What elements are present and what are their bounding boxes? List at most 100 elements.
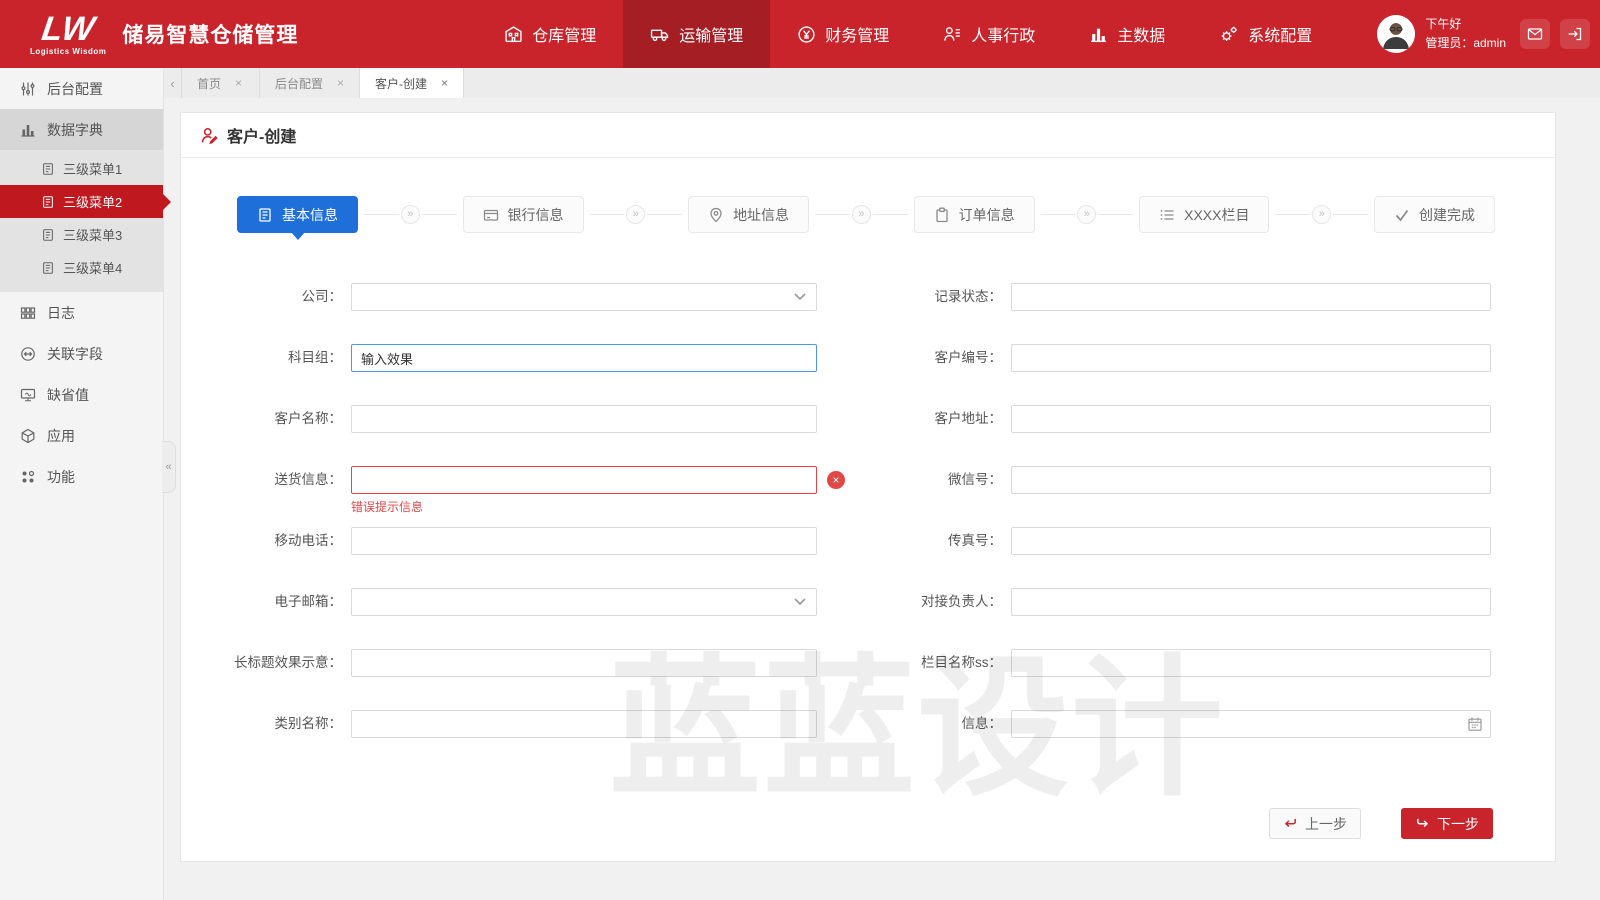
gears-icon (1219, 25, 1239, 44)
sidebar-item-backend-config[interactable]: 后台配置 (0, 68, 163, 109)
customer-name-input[interactable] (351, 405, 817, 433)
truck-icon (650, 25, 670, 44)
delivery-info-field: × 错误提示信息 (351, 466, 817, 494)
nav-hr[interactable]: 人事行政 (916, 0, 1062, 68)
customer-address-input[interactable] (1011, 405, 1491, 433)
sidebar-item-submenu-1[interactable]: 三级菜单1 (0, 152, 163, 185)
sidebar-item-functions[interactable]: 功能 (0, 456, 163, 497)
tab-home[interactable]: 首页 × (182, 68, 260, 98)
tab-label: 客户-创建 (375, 75, 427, 92)
field-label: 科目组： (201, 344, 351, 372)
long-title-input[interactable] (351, 649, 817, 677)
company-select-input[interactable] (351, 283, 817, 311)
nav-warehouse[interactable]: 仓库管理 (477, 0, 623, 68)
page-title-row: 客户-创建 (181, 113, 1555, 158)
customer-number-input[interactable] (1011, 344, 1491, 372)
fax-input[interactable] (1011, 527, 1491, 555)
close-icon[interactable]: × (441, 76, 448, 90)
form-row: 公司： (201, 283, 819, 311)
sidebar-item-label: 应用 (47, 426, 75, 446)
sidebar-item-label: 日志 (47, 303, 75, 323)
sliders-icon (20, 81, 36, 97)
field-label: 客户名称： (201, 405, 351, 433)
mail-button[interactable] (1520, 19, 1550, 49)
close-icon[interactable]: × (337, 76, 344, 90)
customer-address-field (1011, 405, 1491, 433)
step-label: 订单信息 (959, 205, 1015, 225)
sidebar-item-data-dictionary[interactable]: 数据字典 (0, 109, 163, 150)
sidebar-item-default-values[interactable]: 缺省值 (0, 374, 163, 415)
sidebar-item-linked-fields[interactable]: 关联字段 (0, 333, 163, 374)
document-icon (41, 195, 55, 209)
form-row: 对接负责人： (865, 588, 1495, 616)
greeting-text: 下午好 (1425, 15, 1506, 34)
step-label: 地址信息 (733, 205, 789, 225)
chevron-left-icon: ‹ (170, 76, 174, 91)
step-creation-complete[interactable]: 创建完成 (1374, 196, 1495, 233)
info-date-input[interactable] (1011, 710, 1491, 738)
subject-group-input[interactable] (351, 344, 817, 372)
nav-master-data[interactable]: 主数据 (1062, 0, 1192, 68)
nav-finance[interactable]: 财务管理 (770, 0, 916, 68)
form-row: 微信号： (865, 466, 1495, 494)
document-icon (41, 228, 55, 242)
sidebar-item-logs[interactable]: 日志 (0, 292, 163, 333)
step-connector: » (1275, 205, 1368, 224)
email-select-input[interactable] (351, 588, 817, 616)
sidebar-item-label: 后台配置 (47, 79, 103, 99)
contact-person-input[interactable] (1011, 588, 1491, 616)
document-icon (41, 162, 55, 176)
sidebar-item-label: 三级菜单2 (63, 192, 122, 211)
record-status-input[interactable] (1011, 283, 1491, 311)
next-step-button[interactable]: 下一步 (1401, 808, 1493, 839)
column-name-field (1011, 649, 1491, 677)
field-label: 传真号： (865, 527, 1011, 555)
mobile-phone-input[interactable] (351, 527, 817, 555)
user-info[interactable]: 下午好 管理员：admin (1377, 15, 1506, 53)
form-row: 科目组： (201, 344, 819, 372)
step-bank-info[interactable]: 银行信息 (463, 196, 584, 233)
step-address-info[interactable]: 地址信息 (688, 196, 809, 233)
user-role-text: 管理员：admin (1425, 34, 1506, 53)
field-label: 客户地址： (865, 405, 1011, 433)
calendar-icon[interactable] (1467, 716, 1483, 732)
contact-person-field (1011, 588, 1491, 616)
document-icon (257, 207, 273, 223)
nav-system-config[interactable]: 系统配置 (1192, 0, 1339, 68)
form-row: 送货信息： × 错误提示信息 (201, 466, 819, 494)
step-order-info[interactable]: 订单信息 (914, 196, 1035, 233)
document-icon (41, 261, 55, 275)
sidebar-item-applications[interactable]: 应用 (0, 415, 163, 456)
delivery-info-input[interactable] (351, 466, 817, 494)
customer-create-panel: 客户-创建 基本信息 » 银行信息 » 地址信息 » 订单信息 » (180, 112, 1556, 862)
step-basic-info[interactable]: 基本信息 (237, 196, 358, 233)
logo-subtext: Logistics Wisdom (30, 48, 106, 56)
step-label: XXXX栏目 (1184, 205, 1249, 225)
sidebar-collapse-handle[interactable]: « (162, 441, 176, 493)
category-name-input[interactable] (351, 710, 817, 738)
nav-label: 人事行政 (971, 22, 1035, 46)
wizard-steps: 基本信息 » 银行信息 » 地址信息 » 订单信息 » XXXX栏目 » (237, 196, 1495, 233)
wechat-input[interactable] (1011, 466, 1491, 494)
error-message: 错误提示信息 (351, 498, 423, 515)
error-icon[interactable]: × (827, 471, 845, 489)
greeting-block: 下午好 管理员：admin (1425, 15, 1506, 52)
sidebar-item-submenu-4[interactable]: 三级菜单4 (0, 251, 163, 284)
close-icon[interactable]: × (235, 76, 242, 90)
step-xxxx-column[interactable]: XXXX栏目 (1139, 196, 1269, 233)
app-header: LW Logistics Wisdom 储易智慧仓储管理 仓库管理 运输管理 财… (0, 0, 1600, 68)
tab-backend-config[interactable]: 后台配置 × (260, 68, 360, 98)
previous-step-button[interactable]: 上一步 (1269, 808, 1361, 839)
page-title: 客户-创建 (227, 123, 296, 147)
field-label: 类别名称： (201, 710, 351, 738)
logout-button[interactable] (1560, 19, 1590, 49)
sidebar-item-submenu-3[interactable]: 三级菜单3 (0, 218, 163, 251)
form-row: 栏目名称ss： (865, 649, 1495, 677)
column-name-input[interactable] (1011, 649, 1491, 677)
sidebar-item-label: 三级菜单1 (63, 159, 122, 178)
nav-transport[interactable]: 运输管理 (623, 0, 770, 68)
tab-scroll-left-button[interactable]: ‹ (164, 68, 182, 98)
sidebar-item-submenu-2[interactable]: 三级菜单2 (0, 185, 163, 218)
tab-customer-create[interactable]: 客户-创建 × (360, 68, 464, 98)
step-label: 基本信息 (282, 205, 338, 225)
